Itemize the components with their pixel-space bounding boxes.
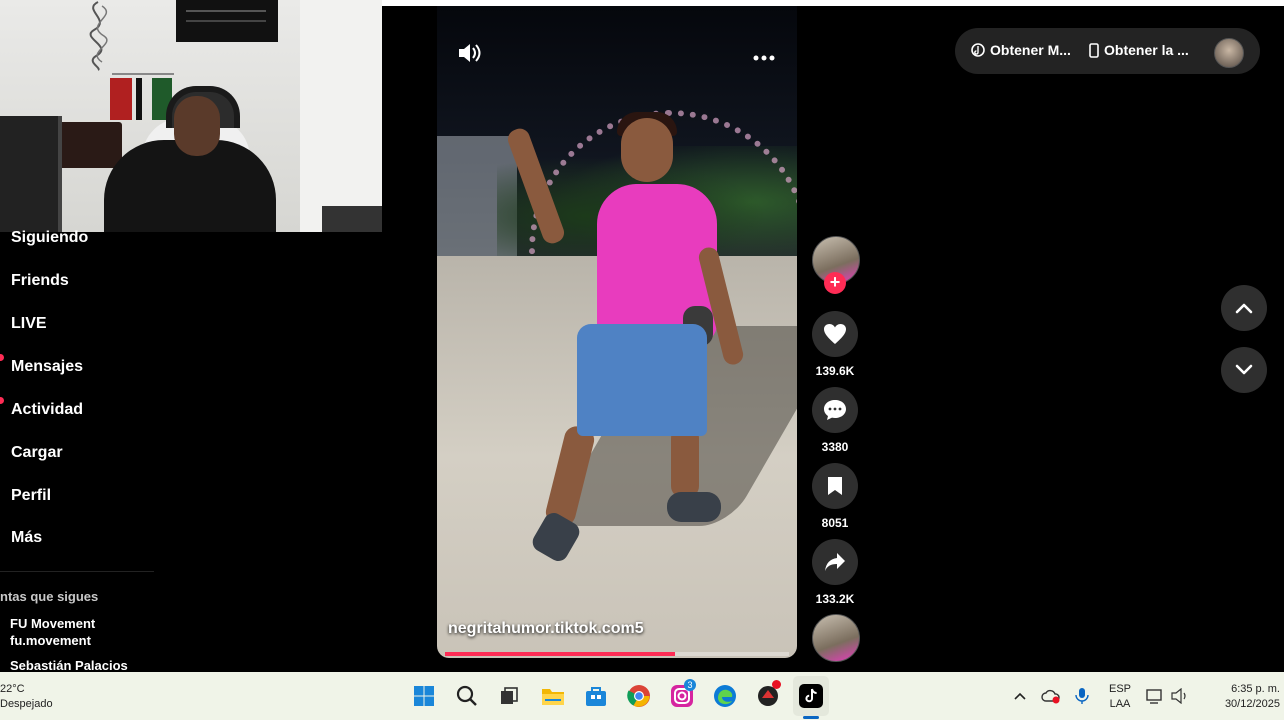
- search-icon: [456, 685, 477, 706]
- folder-icon: [542, 689, 564, 705]
- video-person-shorts: [577, 324, 707, 436]
- video-person-shoe: [667, 492, 721, 522]
- cloud-icon: [1041, 689, 1060, 704]
- chevron-up-icon: [1014, 692, 1026, 700]
- windows-taskbar: 22°C Despejado 3 ESP LAA 6:35 p. m. 30/1…: [0, 672, 1284, 720]
- video-watermark: negritahumor.tiktok.com5: [448, 620, 644, 637]
- comment-count: 3380: [821, 440, 849, 454]
- video-progress-bar[interactable]: [445, 652, 789, 656]
- chrome-icon: [627, 685, 650, 707]
- follow-plus-button[interactable]: +: [824, 272, 846, 294]
- video-progress-fill: [445, 652, 676, 656]
- comment-icon: [824, 400, 846, 420]
- microphone-button[interactable]: [1068, 682, 1096, 710]
- task-view-icon: [501, 687, 518, 704]
- sidebar-item-cargar[interactable]: Cargar: [11, 444, 63, 462]
- share-icon: [825, 553, 845, 571]
- sidebar-item-actividad[interactable]: Actividad: [11, 401, 83, 419]
- chrome-button[interactable]: [625, 682, 653, 710]
- instagram-badge: 3: [684, 679, 696, 691]
- webcam-wall-art: [89, 1, 108, 71]
- video-player[interactable]: negritahumor.tiktok.com5: [437, 6, 797, 658]
- instagram-button[interactable]: 3: [668, 679, 696, 710]
- webcam-keyboard: [322, 206, 382, 232]
- sidebar-item-mensajes[interactable]: Mensajes: [11, 358, 83, 376]
- account-name[interactable]: FU Movement: [10, 616, 95, 631]
- network-icon: [1146, 689, 1162, 704]
- windows-logo-icon: [414, 686, 434, 706]
- weather-condition: Despejado: [0, 698, 53, 710]
- mensajes-notification-dot: [0, 354, 4, 361]
- phone-icon: [1089, 42, 1099, 58]
- start-button[interactable]: [410, 682, 438, 710]
- profile-avatar[interactable]: [1214, 38, 1244, 68]
- app-button[interactable]: [754, 680, 782, 710]
- save-button[interactable]: [812, 463, 858, 509]
- onedrive-button[interactable]: [1037, 682, 1065, 710]
- share-count: 133.2K: [815, 592, 855, 606]
- save-count: 8051: [821, 516, 849, 530]
- heart-icon: [824, 324, 846, 344]
- webcam-monitor: [0, 116, 62, 232]
- tiktok-icon: [971, 43, 985, 57]
- webcam-door: [300, 0, 382, 232]
- microphone-icon: [1075, 688, 1089, 704]
- sidebar-item-siguiendo[interactable]: Siguiendo: [11, 229, 88, 247]
- webcam-person-head: [174, 96, 220, 156]
- next-video-button[interactable]: [1221, 347, 1267, 393]
- clock[interactable]: 6:35 p. m. 30/12/2025: [1196, 682, 1280, 712]
- like-count: 139.6K: [815, 364, 855, 378]
- edge-icon: [714, 685, 736, 707]
- account-handle[interactable]: fu.movement: [10, 633, 91, 648]
- sidebar-item-mas[interactable]: Más: [11, 529, 42, 547]
- clock-date: 30/12/2025: [1224, 698, 1280, 710]
- webcam-wall-frame: [176, 0, 278, 42]
- show-hidden-icons-button[interactable]: [1006, 682, 1034, 710]
- actividad-notification-dot: [0, 397, 4, 404]
- speaker-icon: [1171, 688, 1186, 704]
- search-button[interactable]: [453, 682, 481, 710]
- file-explorer-button[interactable]: [539, 682, 567, 710]
- store-icon: [586, 687, 606, 706]
- get-app-button[interactable]: Obtener M...: [971, 42, 1071, 58]
- sidebar-divider: [0, 571, 154, 572]
- store-button[interactable]: [582, 682, 610, 710]
- get-app-label: Obtener M...: [990, 42, 1071, 58]
- language-indicator[interactable]: ESP LAA: [1104, 682, 1136, 712]
- clock-time: 6:35 p. m.: [1231, 683, 1280, 695]
- following-accounts-heading: ntas que sigues: [0, 589, 99, 604]
- weather-widget[interactable]: 22°C Despejado: [0, 682, 53, 712]
- app-notification-dot: [772, 680, 781, 689]
- chevron-down-icon: [1235, 364, 1253, 375]
- like-button[interactable]: [812, 311, 858, 357]
- language-code: ESP: [1108, 683, 1131, 695]
- more-icon[interactable]: [753, 48, 775, 66]
- account-name[interactable]: Sebastián Palacios: [10, 658, 128, 673]
- webcam-overlay: [0, 0, 382, 232]
- sidebar-item-perfil[interactable]: Perfil: [11, 487, 51, 505]
- edge-button[interactable]: [711, 682, 739, 710]
- bookmark-icon: [828, 477, 842, 495]
- top-actions-pill: Obtener M... Obtener la ...: [955, 28, 1260, 74]
- sound-disc-avatar[interactable]: [812, 614, 860, 662]
- get-device-app-button[interactable]: Obtener la ...: [1089, 42, 1189, 58]
- volume-icon[interactable]: [457, 42, 481, 69]
- task-view-button[interactable]: [495, 682, 523, 710]
- weather-temperature: 22°C: [0, 683, 25, 695]
- video-person-head: [621, 118, 673, 182]
- get-device-app-label: Obtener la ...: [1104, 42, 1189, 58]
- comment-button[interactable]: [812, 387, 858, 433]
- previous-video-button[interactable]: [1221, 285, 1267, 331]
- chevron-up-icon: [1235, 303, 1253, 314]
- keyboard-layout: LAA: [1109, 698, 1131, 710]
- share-button[interactable]: [812, 539, 858, 585]
- tiktok-button[interactable]: [797, 682, 825, 710]
- active-app-indicator: [803, 716, 819, 719]
- sidebar-item-live[interactable]: LIVE: [11, 315, 47, 333]
- volume-button[interactable]: [1166, 682, 1194, 710]
- tiktok-icon: [799, 684, 823, 708]
- sidebar: Siguiendo Friends LIVE Mensajes Activida…: [0, 229, 160, 673]
- sidebar-item-friends[interactable]: Friends: [11, 272, 69, 290]
- video-person-leg: [671, 426, 699, 498]
